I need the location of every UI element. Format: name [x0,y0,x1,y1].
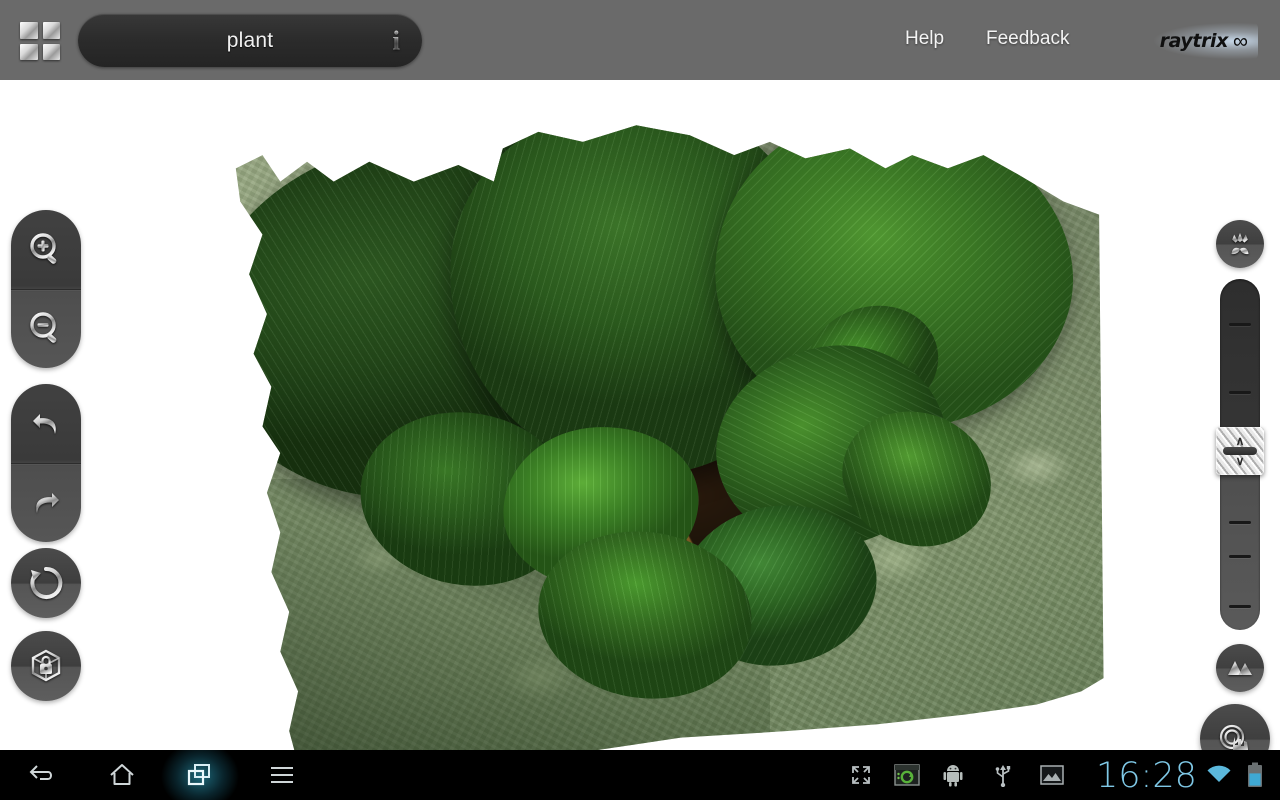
flower-mode-button[interactable] [1216,220,1264,268]
magnifier-minus-icon [30,312,57,343]
zoom-tool-stack [11,210,81,368]
usb-icon[interactable] [986,750,1020,800]
fullscreen-icon[interactable] [842,750,880,800]
nav-recents-button[interactable] [150,750,250,800]
plant-depth-mesh[interactable] [235,125,1104,750]
slider-tick [1229,391,1251,394]
zoom-in-button[interactable] [11,210,81,289]
battery-icon[interactable] [1243,750,1267,800]
touch-interaction-button[interactable] [1200,704,1270,750]
slider-tick [1229,521,1251,524]
depth-slider[interactable]: ∧ ∨ [1216,279,1264,630]
brand-name: raytrix [1159,30,1229,52]
wifi-icon[interactable] [1204,750,1234,800]
project-title-bar[interactable]: plant i [78,14,422,67]
reset-view-button[interactable] [11,548,81,618]
nav-back-button[interactable] [12,750,72,800]
3d-model-viewport[interactable]: ∧ ∨ [0,80,1280,750]
slider-thumb[interactable]: ∧ ∨ [1216,427,1264,475]
grid-square [20,22,38,39]
zoom-out-button[interactable] [11,289,81,368]
slider-up-chevron[interactable]: ∧ [1236,435,1245,447]
nav-menu-button[interactable] [252,750,312,800]
slider-tick [1229,323,1251,326]
circular-arrow-icon [30,566,63,599]
gallery-image-icon[interactable] [1034,750,1070,800]
undo-button[interactable] [11,384,81,463]
info-icon[interactable]: i [392,25,400,56]
app-header: plant i Help Feedback raytrix ∞ [0,0,1280,80]
help-link[interactable]: Help [905,28,944,50]
undo-arrow-icon [33,413,56,434]
redo-button[interactable] [11,463,81,542]
android-system-bar: 16:28 [0,750,1280,800]
app-root: plant i Help Feedback raytrix ∞ ∧ ∨ 16:2… [0,0,1280,800]
mountains-icon [1228,661,1252,675]
screen-capture-icon[interactable] [888,750,926,800]
hamburger-menu-icon [271,767,293,783]
feedback-link[interactable]: Feedback [986,28,1069,50]
nav-home-button[interactable] [92,750,152,800]
home-icon [110,764,134,785]
recent-apps-icon [187,764,210,786]
grid-square [42,43,60,60]
grid-square [20,43,38,60]
redo-arrow-icon [36,493,59,513]
touch-hand-icon [1219,724,1248,750]
flower-icon [1231,233,1249,255]
slider-down-chevron[interactable]: ∨ [1236,455,1245,467]
slider-tick [1229,605,1251,608]
magnifier-plus-icon [30,232,57,264]
android-robot-icon[interactable] [936,750,970,800]
history-tool-stack [11,384,81,542]
page-title: plant [226,28,274,52]
grid-square [42,22,60,39]
lock-view-button[interactable] [11,631,81,701]
infinity-icon: ∞ [1233,29,1248,53]
apps-grid-icon[interactable] [20,22,60,60]
terrain-mode-button[interactable] [1216,644,1264,692]
raytrix-logo: raytrix ∞ [1149,22,1258,60]
slider-tick [1229,555,1251,558]
back-arrow-icon [29,765,52,780]
status-clock: 16:28 [1096,756,1197,796]
locked-cube-icon [31,649,61,682]
